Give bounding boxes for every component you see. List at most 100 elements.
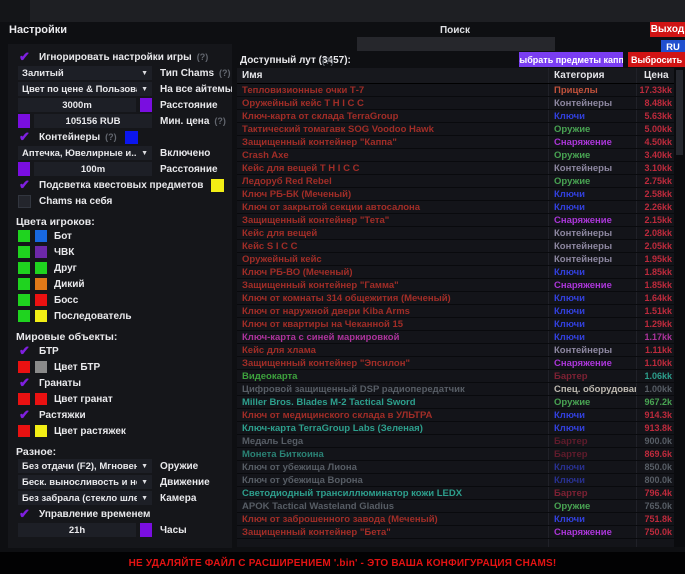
column-header-price[interactable]: Цена	[636, 68, 674, 83]
table-row[interactable]: Ключ-карта TerraGroup Labs (Зеленая) Клю…	[237, 422, 674, 435]
table-row[interactable]: Медаль Lega Бартер 900.0k	[237, 435, 674, 448]
loot-price-cell: 967.2k	[636, 396, 674, 408]
table-row[interactable]: Ключ РБ-ВО (Меченый) Ключи 1.85kk	[237, 266, 674, 279]
color-swatch[interactable]	[35, 230, 47, 242]
color-swatch[interactable]	[18, 294, 30, 306]
table-row[interactable]: Видеокарта Бартер 1.06kk	[237, 370, 674, 383]
help-icon[interactable]: (?)	[219, 68, 231, 78]
discard-all-button[interactable]: Выбросить все	[628, 52, 685, 67]
help-icon[interactable]: (?)	[105, 132, 117, 142]
color-swatch[interactable]	[18, 361, 30, 373]
color-swatch[interactable]	[18, 246, 30, 258]
table-row[interactable]: Кейс для вещей T H I C C Контейнеры 3.10…	[237, 162, 674, 175]
table-row[interactable]: Ключ от заброшенного завода (Меченый) Кл…	[237, 513, 674, 526]
table-row[interactable]: Светодиодный трансиллюминатор кожи LEDX …	[237, 487, 674, 500]
control-label: Мин. цена	[160, 116, 209, 127]
color-swatch[interactable]	[140, 523, 152, 537]
color-swatch[interactable]	[35, 262, 47, 274]
color-swatch[interactable]	[18, 278, 30, 290]
help-icon[interactable]: (?)	[197, 52, 209, 62]
dropdown[interactable]: Без отдачи (F2), Мгновенное п▼	[18, 459, 152, 473]
dropdown[interactable]: Без забрала (стекло шлема)▼	[18, 491, 152, 505]
checkbox-unchecked[interactable]	[18, 195, 31, 208]
checkbox-checked-icon[interactable]: ✔	[18, 377, 31, 390]
checkbox-checked-icon[interactable]: ✔	[18, 51, 31, 64]
table-row[interactable]: Ключ-карта с синей маркировкой Ключи 1.1…	[237, 331, 674, 344]
scrollbar-thumb[interactable]	[676, 70, 683, 155]
table-scrollbar[interactable]	[674, 68, 685, 547]
table-row[interactable]: Ключ-карта от склада TerraGroup Ключи 5.…	[237, 110, 674, 123]
table-row[interactable]: Ключ от комнаты 314 общежития (Меченый) …	[237, 292, 674, 305]
text-input[interactable]: 105156 RUB	[34, 114, 152, 128]
settings-row: Цвета игроков:	[8, 209, 232, 228]
text-input[interactable]: 21h	[18, 523, 136, 537]
checkbox-checked-icon[interactable]: ✔	[18, 508, 31, 521]
loot-name-cell: Ключ от квартиры на Чеканной 15	[237, 318, 548, 330]
table-row[interactable]: Монета Биткоина Бартер 869.6k	[237, 448, 674, 461]
color-pair-label: Друг	[54, 263, 77, 274]
text-input[interactable]: 100m	[34, 162, 152, 176]
text-input[interactable]: 3000m	[18, 98, 136, 112]
table-row[interactable]: Оружейный кейс T H I C C Контейнеры 8.48…	[237, 97, 674, 110]
color-swatch[interactable]	[18, 230, 30, 242]
column-header-name[interactable]: Имя	[237, 68, 548, 83]
color-swatch[interactable]	[35, 425, 47, 437]
table-row[interactable]	[237, 539, 674, 547]
loot-category-cell: Снаряжение	[548, 279, 636, 291]
table-row[interactable]: Кейс S I C C Контейнеры 2.05kk	[237, 240, 674, 253]
table-row[interactable]: Защищенный контейнер "Тета" Снаряжение 2…	[237, 214, 674, 227]
table-row[interactable]: Тактический томагавк SOG Voodoo Hawk Ору…	[237, 123, 674, 136]
table-row[interactable]: Ключ от убежища Ворона Ключи 800.0k	[237, 474, 674, 487]
exit-button[interactable]: Выход	[650, 22, 685, 37]
table-row[interactable]: APOK Tactical Wasteland Gladius Оружие 7…	[237, 500, 674, 513]
color-swatch[interactable]	[35, 278, 47, 290]
table-row[interactable]: Ключ от наружной двери Kiba Arms Ключи 1…	[237, 305, 674, 318]
dropdown[interactable]: Аптечка, Ювелирные и...▼	[18, 146, 152, 160]
loot-name-cell: Ключ от убежища Ворона	[237, 474, 548, 486]
select-kappa-items-button[interactable]: Выбрать предметы каппа	[519, 52, 623, 67]
dropdown[interactable]: Цвет по цене & Пользователь▼	[18, 82, 152, 96]
checkbox-checked-icon[interactable]: ✔	[18, 409, 31, 422]
color-swatch[interactable]	[211, 179, 224, 192]
column-header-category[interactable]: Категория	[548, 68, 636, 83]
table-row[interactable]: Цифровой защищенный DSP радиопередатчик …	[237, 383, 674, 396]
color-swatch[interactable]	[35, 393, 47, 405]
table-row[interactable]: Защищенный контейнер "Эпсилон" Снаряжени…	[237, 357, 674, 370]
color-swatch[interactable]	[18, 393, 30, 405]
table-row[interactable]: Ледоруб Red Rebel Оружие 2.75kk	[237, 175, 674, 188]
checkbox-checked-icon[interactable]: ✔	[18, 131, 31, 144]
color-swatch[interactable]	[18, 262, 30, 274]
color-swatch[interactable]	[125, 131, 138, 144]
help-icon[interactable]: (?)	[322, 56, 334, 66]
table-row[interactable]: Кейс для вещей Контейнеры 2.08kk	[237, 227, 674, 240]
dropdown[interactable]: Беск. выносливость и нет уста▼	[18, 475, 152, 489]
table-row[interactable]: Ключ РБ-БК (Меченый) Ключи 2.58kk	[237, 188, 674, 201]
table-row[interactable]: Защищенный контейнер "Гамма" Снаряжение …	[237, 279, 674, 292]
search-input[interactable]	[357, 37, 555, 51]
table-row[interactable]: Кейс для хлама Контейнеры 1.11kk	[237, 344, 674, 357]
settings-row: Цвет гранат	[8, 391, 232, 407]
color-swatch[interactable]	[18, 310, 30, 322]
color-swatch[interactable]	[18, 425, 30, 437]
table-row[interactable]: Ключ от квартиры на Чеканной 15 Ключи 1.…	[237, 318, 674, 331]
color-swatch[interactable]	[18, 162, 30, 176]
color-swatch[interactable]	[35, 294, 47, 306]
table-row[interactable]: Ключ от медицинского склада в УЛЬТРА Клю…	[237, 409, 674, 422]
table-row[interactable]: Оружейный кейс Контейнеры 1.95kk	[237, 253, 674, 266]
color-swatch[interactable]	[18, 114, 30, 128]
checkbox-checked-icon[interactable]: ✔	[18, 345, 31, 358]
color-swatch[interactable]	[35, 361, 47, 373]
table-row[interactable]: Ключ от убежища Лиона Ключи 850.0k	[237, 461, 674, 474]
dropdown[interactable]: Залитый▼	[18, 66, 152, 80]
table-row[interactable]: Ключ от закрытой секции автосалона Ключи…	[237, 201, 674, 214]
table-row[interactable]: Защищенный контейнер "Каппа" Снаряжение …	[237, 136, 674, 149]
table-row[interactable]: Тепловизионные очки Т-7 Прицелы 17.33kk	[237, 84, 674, 97]
table-row[interactable]: Защищенный контейнер "Бета" Снаряжение 7…	[237, 526, 674, 539]
help-icon[interactable]: (?)	[214, 116, 226, 126]
color-swatch[interactable]	[35, 246, 47, 258]
checkbox-checked-icon[interactable]: ✔	[18, 179, 31, 192]
table-row[interactable]: Crash Axe Оружие 3.40kk	[237, 149, 674, 162]
table-row[interactable]: Miller Bros. Blades M-2 Tactical Sword О…	[237, 396, 674, 409]
color-swatch[interactable]	[140, 98, 152, 112]
color-swatch[interactable]	[35, 310, 47, 322]
